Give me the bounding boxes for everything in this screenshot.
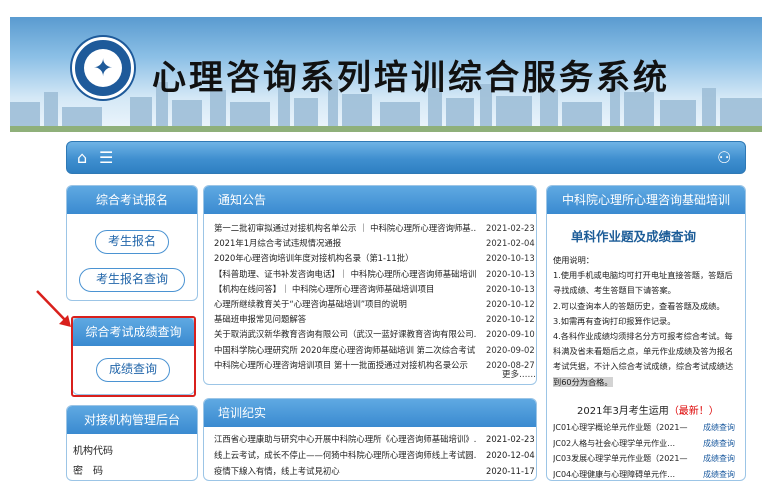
notice-item-title[interactable]: 第一二批初审拟通过对接机构名单公示 ｜ 中科院心理所心理咨询师基… [214,222,476,235]
notice-item[interactable]: 基础班申报常见问题解答 2020-10-12 [214,313,536,326]
notice-item-title[interactable]: 关于取消武汉新华教育咨询有限公司（武汉一蓝好课教育咨询有限公司… [214,328,476,341]
notice-item-title[interactable]: 2021年1月综合考试违规情况通报 [214,237,476,250]
training-item-date: 2020-11-17 [486,466,535,476]
notice-item[interactable]: 关于取消武汉新华教育咨询有限公司（武汉一蓝好课教育咨询有限公司… 2020-09-… [214,328,536,341]
top-navbar: ⌂ ☰ ⚇ [66,141,746,174]
home-icon[interactable]: ⌂ [77,149,95,167]
notice-item[interactable]: 第一二批初审拟通过对接机构名单公示 ｜ 中科院心理所心理咨询师基… 2021-02… [214,222,536,235]
schedule-item: JC03发展心理学单元作业题（2021— 成绩查询 [553,451,743,466]
schedule-item: JC01心理学概论单元作业题（2021— 成绩查询 [553,420,743,435]
exam-signup-title: 综合考试报名 [67,186,197,214]
training-info-panel: 中科院心理所心理咨询基础培训 单科作业题及成绩查询 使用说明： 1.使用手机或电脑… [546,185,746,481]
training-item[interactable]: 疫情下線入有情，线上考试見初心 2020-11-17 [214,465,536,478]
training-item-title[interactable]: 疫情下線入有情，线上考试見初心 [214,465,476,478]
notice-item-title[interactable]: 中国科学院心理研究所 2020年度心理咨询师基础培训 第二次综合考试… [214,344,476,357]
org-code-label: 机构代码 [73,446,113,457]
notice-item-date: 2020-09-02 [486,344,535,355]
notice-item-date: 2020-10-13 [486,268,535,279]
instruction-line: 4.各科作业成绩均须排名分方可报考综合考试。每 [553,331,733,341]
institute-logo: ✦ [72,37,134,99]
notice-item-date: 2021-02-04 [486,238,535,249]
homework-query-title[interactable]: 单科作业题及成绩查询 [571,226,696,245]
notice-item-title[interactable]: 2020年心理咨询培训年度对接机构名录（第1-11批） [214,252,476,265]
training-title: 培训纪实 [204,399,536,427]
instruction-line: 到60分为合格。 [553,376,613,387]
score-query-link[interactable]: 成绩查询 [703,451,735,466]
org-admin-title: 对接机构管理后台 [67,406,197,434]
candidate-signup-button[interactable]: 考生报名 [95,230,169,254]
schedule-item: JC04心理健康与心理障碍单元作… 成绩查询 [553,467,743,481]
schedule-item: JC02人格与社会心理学单元作业… 成绩查询 [553,436,743,451]
notice-item-date: 2020-10-13 [486,283,535,294]
right-panel-title: 中科院心理所心理咨询基础培训 [547,186,745,214]
training-item-title[interactable]: 线上云考试，成长不停止——何猗中科院心理所心理咨询师线上考试圆… [214,449,476,462]
instruction-line: 考试凭据，不计入综合考试成绩，综合考试成绩达 [553,361,734,372]
user-icon[interactable]: ⚇ [717,148,735,168]
training-item-date: 2020-12-04 [486,450,535,460]
notice-item[interactable]: 【科普助理、证书补发咨询电话】｜ 中科院心理所心理咨询师基础培训… 2020-10… [214,268,536,281]
score-query-link[interactable]: 成绩查询 [703,467,735,481]
notice-item[interactable]: 2020年心理咨询培训年度对接机构名录（第1-11批） 2020-10-13 [214,252,536,265]
instruction-line: 1.使用手机或电脑均可打开电址直接答题，答题后 [553,270,733,281]
schedule-item-title: JC02人格与社会心理学单元作业… [553,438,676,448]
notice-item-date: 2020-10-12 [486,314,535,325]
schedule-title: 2021年3月考生运用（最新！） [577,406,719,417]
notice-item[interactable]: 心理所继续教育关于“心理咨询基础培训”项目的说明 2020-10-12 [214,298,536,311]
score-query-link[interactable]: 成绩查询 [703,420,735,435]
instruction-line: 2.可以查询本人的答题历史，查看答题及成绩。 [553,300,725,311]
red-arrow-annotation [36,290,71,327]
highlight-box [71,316,196,397]
signup-query-button[interactable]: 考生报名查询 [79,268,185,292]
exam-signup-panel: 综合考试报名 考生报名 考生报名查询 [66,185,198,301]
site-title: 心理咨询系列培训综合服务系统 [152,58,670,98]
instruction-line: 科满及省未看题后之点，单元作业成绩及答为报名 [553,346,734,357]
notice-item-title[interactable]: 心理所继续教育关于“心理咨询基础培训”项目的说明 [214,298,476,311]
instruction-line: 使用说明： [553,255,594,265]
instruction-line: 寻找成绩、考生答题目下请答案。 [553,285,676,296]
schedule-item-title: JC04心理健康与心理障碍单元作… [553,469,676,479]
notice-item-date: 2020-09-10 [486,329,535,340]
notice-item-date: 2021-02-23 [486,223,535,233]
training-panel: 培训纪实 江西省心理康助与研究中心开展中科院心理所《心理咨询师基础培训》… 202… [203,398,537,481]
notice-item-title[interactable]: 【科普助理、证书补发咨询电话】｜ 中科院心理所心理咨询师基础培训… [214,268,476,281]
schedule-item-title: JC03发展心理学单元作业题（2021— [553,454,688,463]
menu-icon[interactable]: ☰ [99,148,119,168]
notice-item[interactable]: 中科院心理所心理咨询培训项目 第十一批面授通过对接机构名录公示 2020-08-2… [214,359,536,372]
org-admin-panel: 对接机构管理后台 机构代码 密 码 [66,405,198,481]
instruction-line: 3.如需再有查询打印报算作记录。 [553,315,676,326]
notice-item-title[interactable]: 基础班申报常见问题解答 [214,313,476,326]
training-item[interactable]: 江西省心理康助与研究中心开展中科院心理所《心理咨询师基础培训》… 2021-02-… [214,433,536,446]
notice-item[interactable]: 2021年1月综合考试违规情况通报 2021-02-04 [214,237,536,250]
training-item-date: 2021-02-23 [486,434,535,444]
notice-panel: 通知公告 第一二批初审拟通过对接机构名单公示 ｜ 中科院心理所心理咨询师基… 20… [203,185,537,385]
header-banner: ✦ 心理咨询系列培训综合服务系统 [10,17,762,132]
notice-item-title[interactable]: 【机构在线问答】｜ 中科院心理所心理咨询师基础培训项目 [214,283,476,296]
notice-item[interactable]: 中国科学院心理研究所 2020年度心理咨询师基础培训 第二次综合考试… 2020-… [214,344,536,357]
score-query-link[interactable]: 成绩查询 [703,436,735,451]
notice-item-date: 2020-10-13 [486,253,535,264]
training-item-title[interactable]: 江西省心理康助与研究中心开展中科院心理所《心理咨询师基础培训》… [214,433,476,446]
notice-title: 通知公告 [204,186,536,214]
notice-item[interactable]: 【机构在线问答】｜ 中科院心理所心理咨询师基础培训项目 2020-10-13 [214,283,536,296]
notice-item-date: 2020-10-12 [486,299,535,309]
schedule-item-title: JC01心理学概论单元作业题（2021— [553,423,688,432]
password-label: 密 码 [73,466,103,477]
training-item[interactable]: 线上云考试，成长不停止——何猗中科院心理所心理咨询师线上考试圆… 2020-12-… [214,449,536,462]
more-link[interactable]: 更多…… [502,368,536,380]
notice-item-title[interactable]: 中科院心理所心理咨询培训项目 第十一批面授通过对接机构名录公示 [214,359,476,372]
